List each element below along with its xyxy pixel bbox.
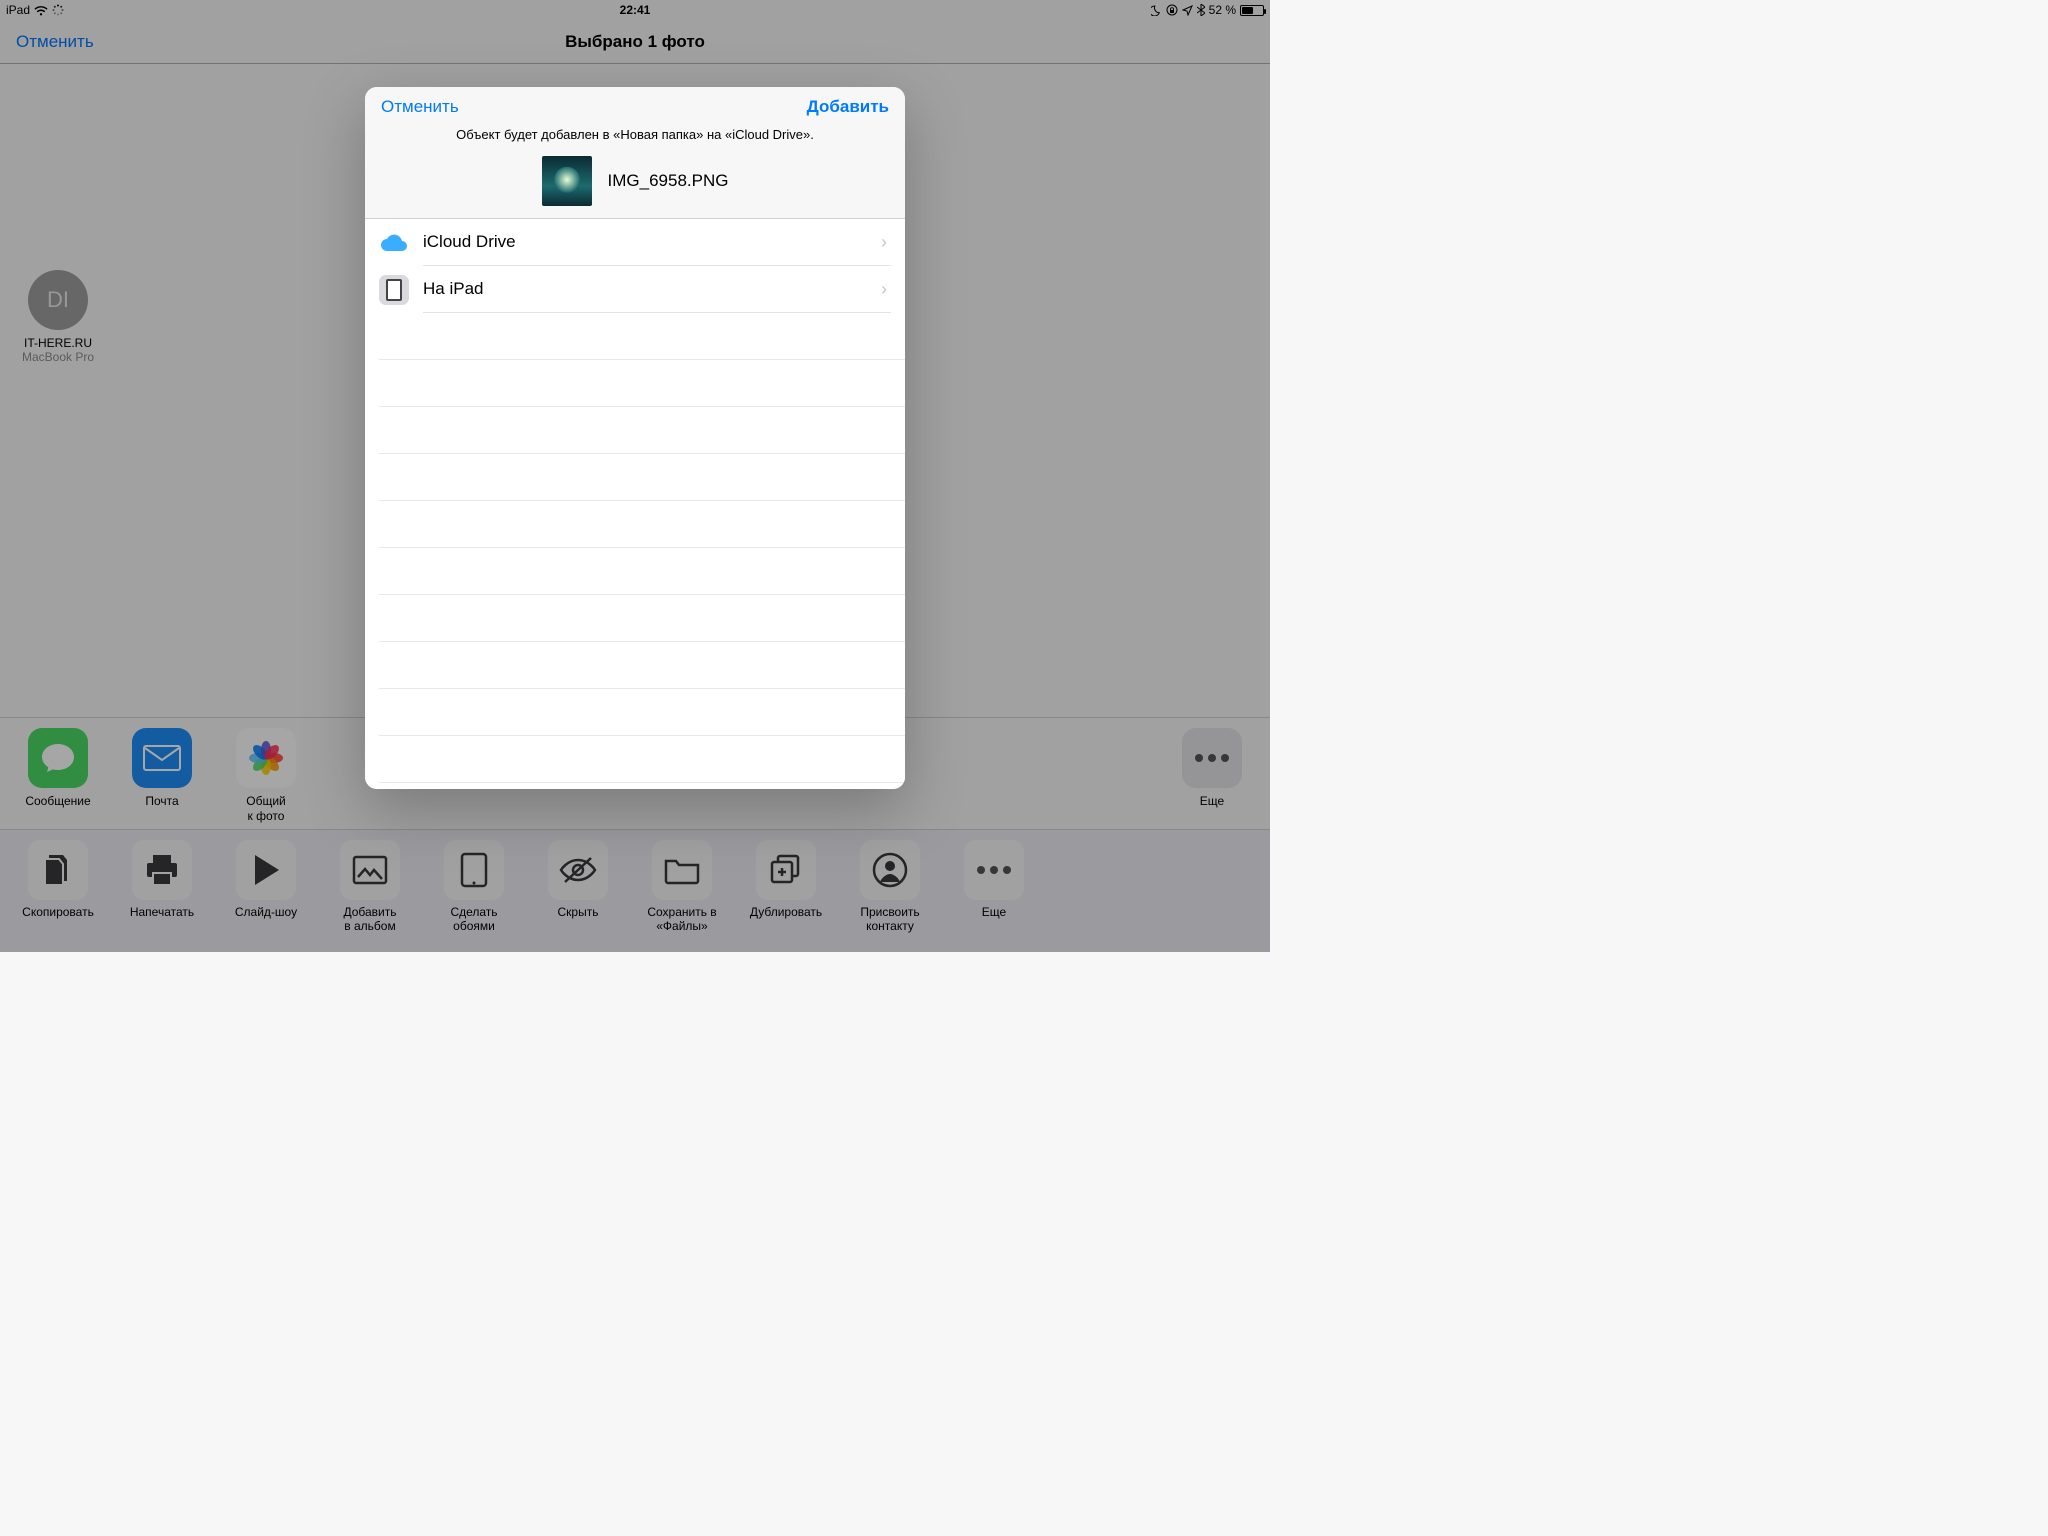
list-separator: [379, 501, 905, 548]
save-to-files-modal: Отменить Добавить Объект будет добавлен …: [365, 87, 905, 789]
location-list[interactable]: iCloud Drive › На iPad ›: [365, 219, 905, 789]
modal-note: Объект будет добавлен в «Новая папка» на…: [365, 125, 905, 152]
list-separator: [379, 595, 905, 642]
list-separator: [379, 736, 905, 783]
list-separator: [379, 407, 905, 454]
modal-add-button[interactable]: Добавить: [807, 97, 889, 117]
file-row: IMG_6958.PNG: [365, 152, 905, 218]
file-thumbnail: [542, 156, 592, 206]
row-icloud-drive[interactable]: iCloud Drive ›: [365, 219, 905, 266]
list-separator: [379, 548, 905, 595]
list-separator: [379, 689, 905, 736]
list-separator: [379, 360, 905, 407]
list-separator: [379, 313, 905, 360]
chevron-right-icon: ›: [881, 232, 891, 253]
row-label: На iPad: [423, 279, 881, 299]
modal-cancel-button[interactable]: Отменить: [381, 97, 459, 117]
cloud-icon: [379, 228, 409, 258]
ipad-icon: [379, 275, 409, 305]
list-separator: [379, 454, 905, 501]
modal-header: Отменить Добавить Объект будет добавлен …: [365, 87, 905, 219]
list-separator: [379, 642, 905, 689]
row-label: iCloud Drive: [423, 232, 881, 252]
file-name: IMG_6958.PNG: [608, 171, 729, 191]
row-on-ipad[interactable]: На iPad ›: [365, 266, 905, 313]
chevron-right-icon: ›: [881, 279, 891, 300]
